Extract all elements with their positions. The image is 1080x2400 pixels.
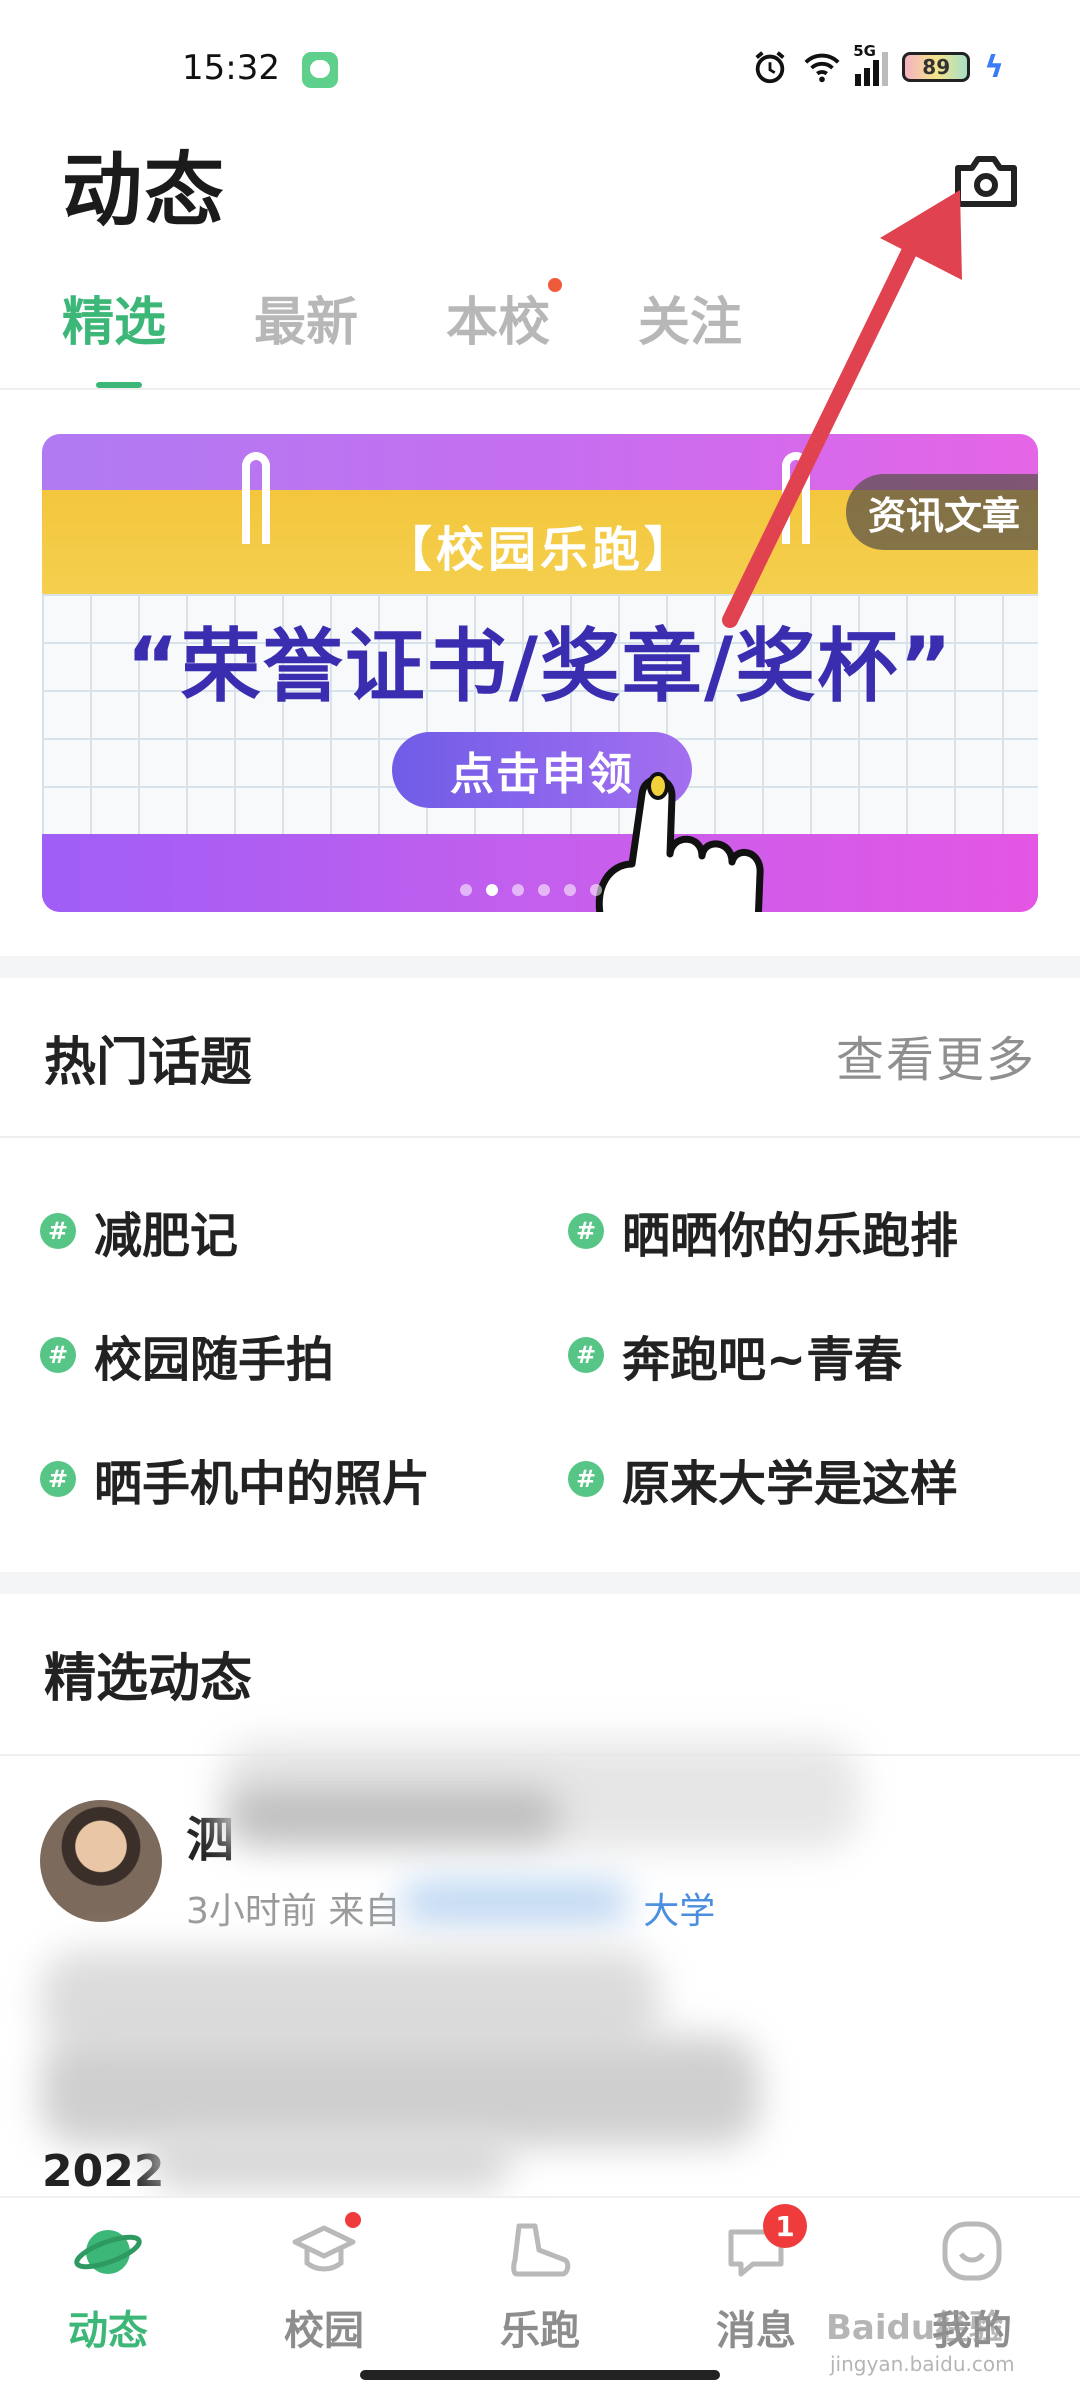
- topic-item[interactable]: # 晒手机中的照片: [40, 1444, 430, 1514]
- topic-label: 晒手机中的照片: [94, 1456, 431, 1512]
- topic-label: 原来大学是这样: [622, 1456, 959, 1512]
- network-type: 5G: [853, 42, 876, 60]
- section-separator: [0, 1572, 1080, 1594]
- message-app-icon: [302, 52, 338, 88]
- unread-dot: [345, 2212, 361, 2228]
- avatar[interactable]: [40, 1800, 162, 1922]
- feed-tabs: 精选 最新 本校 关注: [62, 278, 742, 388]
- unread-dot: [548, 278, 563, 292]
- promo-banner[interactable]: 【校园乐跑】 “荣誉证书/奖章/奖杯” 点击申领 资讯文章: [42, 434, 1038, 912]
- hot-topics-title: 热门话题: [44, 1033, 253, 1093]
- smiley-icon: [942, 2221, 1002, 2281]
- carousel-dot: [460, 884, 472, 896]
- divider: [0, 1136, 1080, 1138]
- topic-item[interactable]: # 奔跑吧~青春: [568, 1320, 902, 1390]
- planet-icon: [74, 2230, 142, 2274]
- status-bar: 15:32 5G 89 ϟ: [0, 0, 1080, 130]
- nav-item-run[interactable]: 乐跑: [432, 2216, 648, 2356]
- hashtag-icon: #: [568, 1337, 604, 1373]
- topic-item[interactable]: # 校园随手拍: [40, 1320, 334, 1390]
- post-school-link[interactable]: 大学: [643, 1891, 715, 1932]
- carousel-dot: [538, 884, 550, 896]
- banner-headline: “荣誉证书/奖章/奖杯”: [126, 620, 954, 713]
- hashtag-icon: #: [40, 1213, 76, 1249]
- topic-item[interactable]: # 原来大学是这样: [568, 1444, 958, 1514]
- home-indicator[interactable]: [360, 2370, 720, 2380]
- alarm-icon: [755, 51, 785, 84]
- redacted-region: [150, 2132, 510, 2192]
- page-title: 动态: [62, 144, 226, 237]
- section-separator: [0, 956, 1080, 978]
- signal-icon: 5G: [853, 42, 889, 86]
- chat-bubble-icon: 1: [721, 2204, 807, 2286]
- topic-label: 奔跑吧~青春: [622, 1332, 903, 1388]
- charging-icon: ϟ: [984, 49, 1004, 85]
- camera-icon[interactable]: [948, 144, 1024, 220]
- post-time-source: 3小时前 来自: [186, 1891, 401, 1932]
- hashtag-icon: #: [568, 1461, 604, 1497]
- nav-label: 消息: [716, 2308, 796, 2354]
- watermark-logo: Baidu经验: [826, 2308, 1004, 2348]
- topic-item[interactable]: # 晒晒你的乐跑排: [568, 1196, 958, 1266]
- topic-label: 晒晒你的乐跑排: [622, 1208, 959, 1264]
- topic-label: 校园随手拍: [94, 1332, 335, 1388]
- post-date: 2022: [42, 2146, 165, 2197]
- nav-item-feed[interactable]: 动态: [0, 2216, 216, 2356]
- featured-posts-title: 精选动态: [44, 1649, 253, 1709]
- banner-category-tag: 资讯文章: [845, 474, 1038, 550]
- banner-footer-strip: [42, 834, 1038, 912]
- redacted-region: [230, 1790, 560, 1840]
- tab-my-school-label: 本校: [446, 293, 551, 353]
- hashtag-icon: #: [568, 1213, 604, 1249]
- tab-following[interactable]: 关注: [638, 280, 742, 355]
- status-time: 15:32: [182, 48, 280, 88]
- topic-label: 减肥记: [94, 1208, 239, 1264]
- watermark-url: jingyan.baidu.com: [830, 2352, 1015, 2376]
- graduation-cap-icon: [289, 2212, 361, 2286]
- redacted-region: [40, 2036, 760, 2146]
- tab-latest[interactable]: 最新: [254, 280, 358, 355]
- hashtag-icon: #: [40, 1337, 76, 1373]
- tab-my-school[interactable]: 本校: [446, 278, 563, 355]
- battery-indicator: 89: [902, 52, 971, 82]
- sneaker-icon: [511, 2223, 571, 2277]
- hashtag-icon: #: [40, 1461, 76, 1497]
- redacted-region: [400, 1882, 630, 1922]
- wifi-icon: [804, 53, 840, 83]
- nav-label: 动态: [68, 2308, 148, 2354]
- carousel-dot-active: [486, 884, 498, 896]
- divider: [0, 388, 1080, 390]
- status-icons: 5G 89 ϟ: [751, 42, 1004, 86]
- nav-item-campus[interactable]: 校园: [216, 2212, 432, 2356]
- nav-label: 乐跑: [500, 2308, 580, 2354]
- tab-featured[interactable]: 精选: [62, 280, 166, 388]
- redacted-region: [40, 1950, 660, 2050]
- topic-item[interactable]: # 减肥记: [40, 1196, 238, 1266]
- carousel-indicator: [460, 884, 602, 896]
- nav-label: 校园: [284, 2308, 364, 2354]
- see-more-link[interactable]: 查看更多: [836, 1020, 1036, 1090]
- unread-count-badge: 1: [763, 2204, 807, 2248]
- carousel-dot: [590, 884, 602, 896]
- carousel-dot: [564, 884, 576, 896]
- carousel-dot: [512, 884, 524, 896]
